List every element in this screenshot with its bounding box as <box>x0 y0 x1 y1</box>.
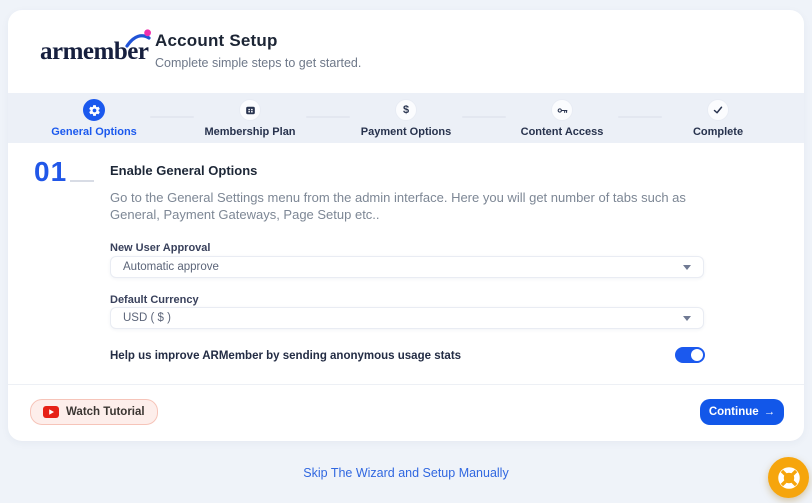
toggle-knob <box>691 349 703 361</box>
header-text: Account Setup Complete simple steps to g… <box>155 31 361 70</box>
stepper-connector <box>462 116 506 118</box>
page-title: Account Setup <box>155 31 278 50</box>
step-label-general-options: General Options <box>51 126 137 138</box>
youtube-icon <box>43 406 59 418</box>
chevron-down-icon <box>683 264 691 270</box>
watch-tutorial-label: Watch Tutorial <box>66 406 145 418</box>
stepper-connector <box>618 116 662 118</box>
stepper-connector <box>150 116 194 118</box>
step-number-dash <box>70 180 94 182</box>
step-label-membership-plan: Membership Plan <box>204 126 296 138</box>
footer-divider <box>8 384 804 385</box>
logo-swoosh-icon <box>125 29 152 48</box>
section-description: Go to the General Settings menu from the… <box>110 190 686 222</box>
continue-button[interactable]: Continue → <box>700 399 784 425</box>
stepper-step-payment-options[interactable]: $ Payment Options <box>336 99 476 143</box>
continue-label: Continue <box>708 406 759 418</box>
key-icon <box>551 99 573 121</box>
dollar-icon: $ <box>395 99 417 121</box>
new-user-approval-value: Automatic approve <box>123 261 219 273</box>
usage-stats-toggle[interactable] <box>675 347 705 363</box>
check-icon <box>707 99 729 121</box>
stepper-step-membership-plan[interactable]: Membership Plan <box>180 99 320 143</box>
usage-stats-toggle-label: Help us improve ARMember by sending anon… <box>110 350 462 362</box>
help-fab-button[interactable] <box>768 457 809 498</box>
watch-tutorial-button[interactable]: Watch Tutorial <box>30 399 158 425</box>
gear-icon <box>83 99 105 121</box>
default-currency-label: Default Currency <box>110 294 199 306</box>
stepper-step-content-access[interactable]: Content Access <box>492 99 632 143</box>
new-user-approval-select[interactable]: Automatic approve <box>110 256 704 278</box>
setup-stepper: General Options Membership Plan $ Paymen… <box>8 93 804 143</box>
stepper-connector <box>306 116 350 118</box>
stepper-step-complete[interactable]: Complete <box>648 99 788 143</box>
stepper-step-general-options[interactable]: General Options <box>24 99 164 143</box>
step-label-content-access: Content Access <box>520 126 604 138</box>
default-currency-select[interactable]: USD ( $ ) <box>110 307 704 329</box>
armember-logo: armember <box>40 29 152 66</box>
chevron-down-icon <box>683 315 691 321</box>
section-heading: Enable General Options <box>110 163 258 178</box>
step-label-complete: Complete <box>692 126 744 138</box>
arrow-right-icon: → <box>763 406 776 418</box>
default-currency-value: USD ( $ ) <box>123 312 171 324</box>
step-number: 01 <box>34 156 68 187</box>
dollar-glyph: $ <box>402 104 410 116</box>
setup-wizard-card: armember Account Setup Complete simple s… <box>8 10 804 441</box>
new-user-approval-label: New User Approval <box>110 242 211 254</box>
skip-wizard-link[interactable]: Skip The Wizard and Setup Manually <box>0 466 812 480</box>
membership-card-icon <box>239 99 261 121</box>
page-subtitle: Complete simple steps to get started. <box>155 56 362 70</box>
step-label-payment-options: Payment Options <box>360 126 452 138</box>
lifebuoy-icon <box>777 466 800 489</box>
